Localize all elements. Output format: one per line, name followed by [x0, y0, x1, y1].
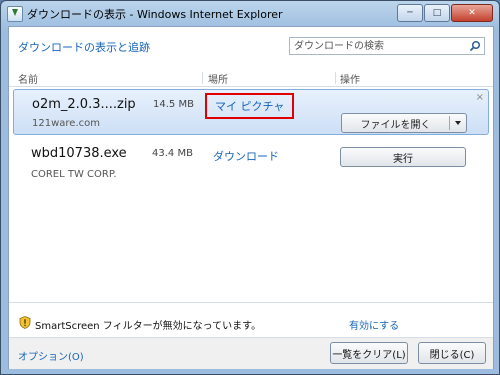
file-source: COREL TW CORP. [31, 169, 117, 180]
smartscreen-status: SmartScreen フィルターが無効になっています。 [35, 321, 262, 332]
column-divider [335, 72, 336, 84]
window-controls: ─ □ ✕ [397, 4, 493, 22]
download-manager-window: ダウンロードの表示 - Windows Internet Explorer ─ … [0, 0, 500, 375]
open-file-split-button: ファイルを開く [341, 113, 467, 133]
column-header-location[interactable]: 場所 [208, 71, 228, 86]
options-link[interactable]: オプション(O) [18, 348, 84, 363]
open-file-button[interactable]: ファイルを開く [342, 114, 449, 132]
close-button[interactable]: 閉じる(C) [418, 342, 486, 364]
download-item[interactable]: wbd10738.exe 43.4 MB COREL TW CORP. ダウンロ… [13, 139, 489, 185]
column-divider [202, 72, 203, 84]
shield-warning-icon [19, 316, 31, 329]
clear-list-button[interactable]: 一覧をクリア(L) [330, 342, 408, 364]
enable-smartscreen-link[interactable]: 有効にする [349, 317, 399, 332]
column-header-actions[interactable]: 操作 [340, 71, 360, 86]
view-track-downloads-link[interactable]: ダウンロードの表示と追跡 [18, 39, 150, 55]
download-app-icon [7, 6, 23, 22]
file-name: wbd10738.exe [31, 146, 127, 161]
file-location-link[interactable]: ダウンロード [213, 148, 279, 164]
file-size: 43.4 MB [152, 148, 193, 159]
chevron-down-icon[interactable] [450, 114, 466, 132]
column-headers: 名前 場所 操作 [9, 69, 493, 87]
window-title: ダウンロードの表示 - Windows Internet Explorer [27, 8, 283, 21]
client-area: ダウンロードの表示と追跡 名前 場所 操作 o2m_2.0.3....zip 1… [8, 26, 494, 369]
file-name: o2m_2.0.3....zip [32, 97, 136, 112]
run-button[interactable]: 実行 [340, 147, 466, 167]
section-divider [9, 302, 493, 303]
footer-bar: オプション(O) 一覧をクリア(L) 閉じる(C) [9, 337, 493, 369]
file-location-link[interactable]: マイ ピクチャ [205, 93, 295, 119]
search-box[interactable] [289, 37, 485, 55]
maximize-button[interactable]: □ [424, 4, 450, 22]
title-bar[interactable]: ダウンロードの表示 - Windows Internet Explorer ─ … [1, 1, 499, 27]
column-header-name[interactable]: 名前 [18, 71, 38, 86]
minimize-button[interactable]: ─ [397, 4, 423, 22]
search-icon[interactable] [469, 40, 481, 52]
download-item[interactable]: o2m_2.0.3....zip 14.5 MB 121ware.com マイ … [13, 89, 489, 135]
search-input[interactable] [294, 39, 464, 53]
dismiss-icon[interactable]: × [476, 92, 484, 103]
file-source: 121ware.com [32, 118, 100, 129]
close-window-button[interactable]: ✕ [451, 4, 493, 22]
file-size: 14.5 MB [153, 99, 194, 110]
